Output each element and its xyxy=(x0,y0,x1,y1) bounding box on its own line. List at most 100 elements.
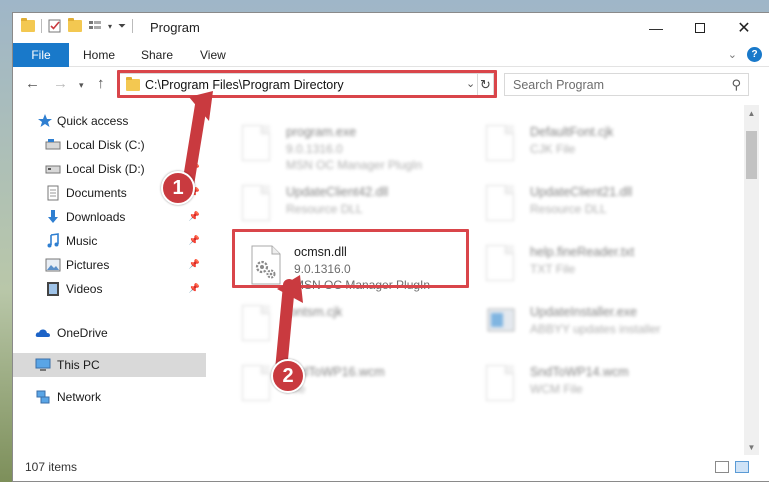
file-item[interactable]: UpdateInstaller.exe ABBYY updates instal… xyxy=(482,301,722,357)
tab-share[interactable]: Share xyxy=(141,48,173,62)
dll-file-icon xyxy=(242,185,274,225)
step-1-badge: 1 xyxy=(161,171,195,205)
customize-view-icon[interactable] xyxy=(88,19,102,33)
refresh-icon[interactable]: ↻ xyxy=(477,74,493,95)
scroll-down-icon[interactable]: ▼ xyxy=(744,439,759,455)
help-icon[interactable]: ? xyxy=(747,47,762,62)
pin-icon[interactable]: 📌 xyxy=(189,211,200,222)
document-file-icon xyxy=(486,125,518,165)
file-name: program.exe xyxy=(286,125,357,139)
file-item[interactable]: help.fineReader.txt TXT File xyxy=(482,241,722,297)
maximize-icon xyxy=(695,23,705,33)
sidebar-item-label: Local Disk (D:) xyxy=(66,162,145,176)
address-folder-icon xyxy=(126,77,140,91)
chevron-down-icon[interactable]: ▾ xyxy=(108,22,112,31)
sidebar-item-label: Quick access xyxy=(57,114,129,128)
download-icon xyxy=(48,210,58,223)
details-view-icon[interactable] xyxy=(715,461,729,473)
file-item-ocmsn-dll[interactable]: ocmsn.dll 9.0.1316.0 MSN OC Manager Plug… xyxy=(246,241,486,297)
tab-file[interactable]: File xyxy=(13,43,69,67)
document-file-icon xyxy=(242,365,274,405)
search-input[interactable]: Search Program xyxy=(513,78,604,92)
pin-icon[interactable]: 📌 xyxy=(189,163,200,174)
scroll-thumb[interactable] xyxy=(746,131,757,179)
tiles-view-icon[interactable] xyxy=(735,461,749,473)
file-description: MSN OC Manager PlugIn xyxy=(294,278,431,292)
minimize-button[interactable]: — xyxy=(633,13,679,43)
drive-icon xyxy=(45,165,61,174)
file-item[interactable]: UpdateClient42.dll Resource DLL xyxy=(238,181,478,237)
search-box[interactable]: Search Program ⚲ xyxy=(504,73,749,96)
sidebar-item-music[interactable]: Music 📌 xyxy=(13,229,206,253)
dll-file-icon xyxy=(486,185,518,225)
address-path[interactable]: C:\Program Files\Program Directory xyxy=(145,78,344,92)
file-name: ocmsn.dll xyxy=(294,245,347,259)
maximize-button[interactable] xyxy=(677,13,723,43)
customize-toolbar-icon[interactable]: ⏷ xyxy=(118,21,126,32)
sidebar-item-videos[interactable]: Videos 📌 xyxy=(13,277,206,301)
file-name: UpdateClient21.dll xyxy=(530,185,633,199)
address-bar[interactable]: C:\Program Files\Program Directory ⌄ ↻ xyxy=(119,73,494,96)
sidebar-item-label: Local Disk (C:) xyxy=(66,138,145,152)
back-arrow-icon[interactable]: ← xyxy=(25,75,40,92)
sidebar-item-pictures[interactable]: Pictures 📌 xyxy=(13,253,206,277)
music-icon xyxy=(47,233,59,248)
sidebar-item-label: Network xyxy=(57,390,102,404)
file-item[interactable]: DefaultFont.cjk CJK File xyxy=(482,121,722,177)
sidebar-item-label: Music xyxy=(66,234,98,248)
close-icon: ✕ xyxy=(737,20,751,37)
file-type: Resource DLL xyxy=(530,202,607,216)
pin-icon[interactable]: 📌 xyxy=(189,139,200,150)
file-list: program.exe 9.0.1316.0 MSN OC Manager Pl… xyxy=(210,105,744,450)
file-type: Resource DLL xyxy=(286,202,363,216)
sidebar-item-network[interactable]: Network xyxy=(13,385,206,409)
scroll-up-icon[interactable]: ▲ xyxy=(744,105,759,121)
file-explorer-window: ▾ ⏷ Program — ✕ File Home Share View ⌄ ?… xyxy=(12,12,769,482)
recent-locations-icon[interactable]: ▾ xyxy=(79,80,84,91)
vertical-scrollbar[interactable]: ▲ ▼ xyxy=(744,105,759,455)
exe-file-icon xyxy=(242,125,274,165)
up-arrow-icon[interactable]: ↑ xyxy=(97,75,105,92)
file-version: 9.0.1316.0 xyxy=(286,142,343,156)
sidebar-item-label: Pictures xyxy=(66,258,110,272)
file-type: WCM File xyxy=(530,382,583,396)
tab-view[interactable]: View xyxy=(200,48,226,62)
sidebar-item-this-pc[interactable]: This PC xyxy=(13,353,206,377)
status-bar: 107 items xyxy=(13,455,769,481)
sidebar-item-local-disk-c[interactable]: Local Disk (C:) 📌 xyxy=(13,133,206,157)
title-bar: ▾ ⏷ Program — ✕ xyxy=(13,13,769,43)
tab-home[interactable]: Home xyxy=(83,48,115,62)
address-dropdown-icon[interactable]: ⌄ xyxy=(466,77,475,90)
close-button[interactable]: ✕ xyxy=(721,13,767,43)
toolbar-divider xyxy=(41,19,42,33)
ribbon-controls: ⌄ ? xyxy=(728,47,762,62)
new-folder-icon[interactable] xyxy=(68,18,82,32)
document-file-icon xyxy=(242,305,274,345)
forward-arrow-icon[interactable]: → xyxy=(53,75,68,92)
properties-icon[interactable] xyxy=(48,19,62,33)
sidebar-item-onedrive[interactable]: OneDrive xyxy=(13,321,206,345)
file-type: CJK File xyxy=(530,142,576,156)
file-item[interactable]: UpdateClient21.dll Resource DLL xyxy=(482,181,722,237)
pin-icon[interactable]: 📌 xyxy=(189,259,200,270)
search-icon[interactable]: ⚲ xyxy=(731,77,741,93)
pin-icon[interactable]: 📌 xyxy=(189,283,200,294)
sidebar-item-quick-access[interactable]: Quick access xyxy=(13,109,206,133)
sidebar-item-label: Downloads xyxy=(66,210,126,224)
file-description: MSN OC Manager PlugIn xyxy=(286,158,423,172)
text-file-icon xyxy=(486,245,518,285)
pin-icon[interactable]: 📌 xyxy=(189,235,200,246)
file-version: 9.0.1316.0 xyxy=(294,262,351,276)
expand-ribbon-icon[interactable]: ⌄ xyxy=(728,48,737,61)
documents-icon xyxy=(47,185,59,201)
navigation-pane: Quick access Local Disk (C:) 📌 Local Dis… xyxy=(13,105,206,455)
file-item[interactable]: program.exe 9.0.1316.0 MSN OC Manager Pl… xyxy=(238,121,478,177)
sidebar-item-downloads[interactable]: Downloads 📌 xyxy=(13,205,206,229)
file-name: DefaultFont.cjk xyxy=(530,125,614,139)
toolbar-divider xyxy=(132,19,134,33)
file-item[interactable]: fontsm.cjk xyxy=(238,301,478,357)
step-2-badge: 2 xyxy=(271,359,305,393)
file-item[interactable]: SndToWP14.wcm WCM File xyxy=(482,361,722,417)
star-icon xyxy=(38,114,52,127)
folder-icon[interactable] xyxy=(21,18,35,32)
